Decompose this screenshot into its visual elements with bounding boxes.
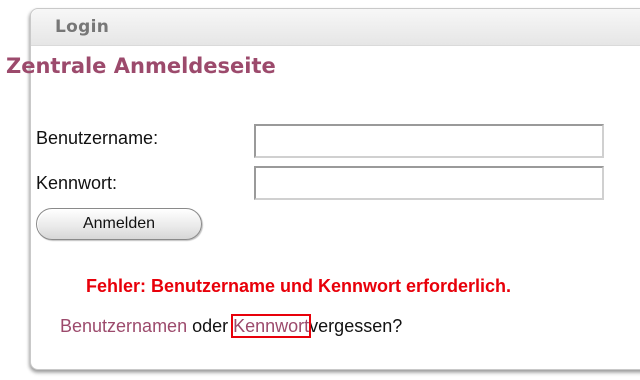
panel-title: Login	[55, 17, 110, 37]
username-input[interactable]	[254, 124, 604, 158]
login-button[interactable]: Anmelden	[36, 208, 202, 240]
forgot-credentials-line: Benutzernamen oder Kennwortvergessen?	[60, 314, 403, 338]
forgot-username-link[interactable]: Benutzernamen	[60, 316, 187, 336]
forgot-password-link[interactable]: Kennwort	[231, 314, 312, 338]
error-message: Fehler: Benutzername und Kennwort erford…	[86, 276, 512, 296]
panel-header: Login	[31, 9, 640, 46]
username-label: Benutzername:	[36, 128, 159, 148]
password-label: Kennwort:	[36, 173, 118, 193]
forgot-suffix-text: vergessen?	[309, 316, 403, 336]
page-title: Zentrale Anmeldeseite	[6, 54, 276, 78]
password-input[interactable]	[254, 166, 604, 200]
forgot-or-text: oder	[187, 316, 234, 336]
login-page: Login Zentrale Anmeldeseite Benutzername…	[0, 0, 640, 380]
